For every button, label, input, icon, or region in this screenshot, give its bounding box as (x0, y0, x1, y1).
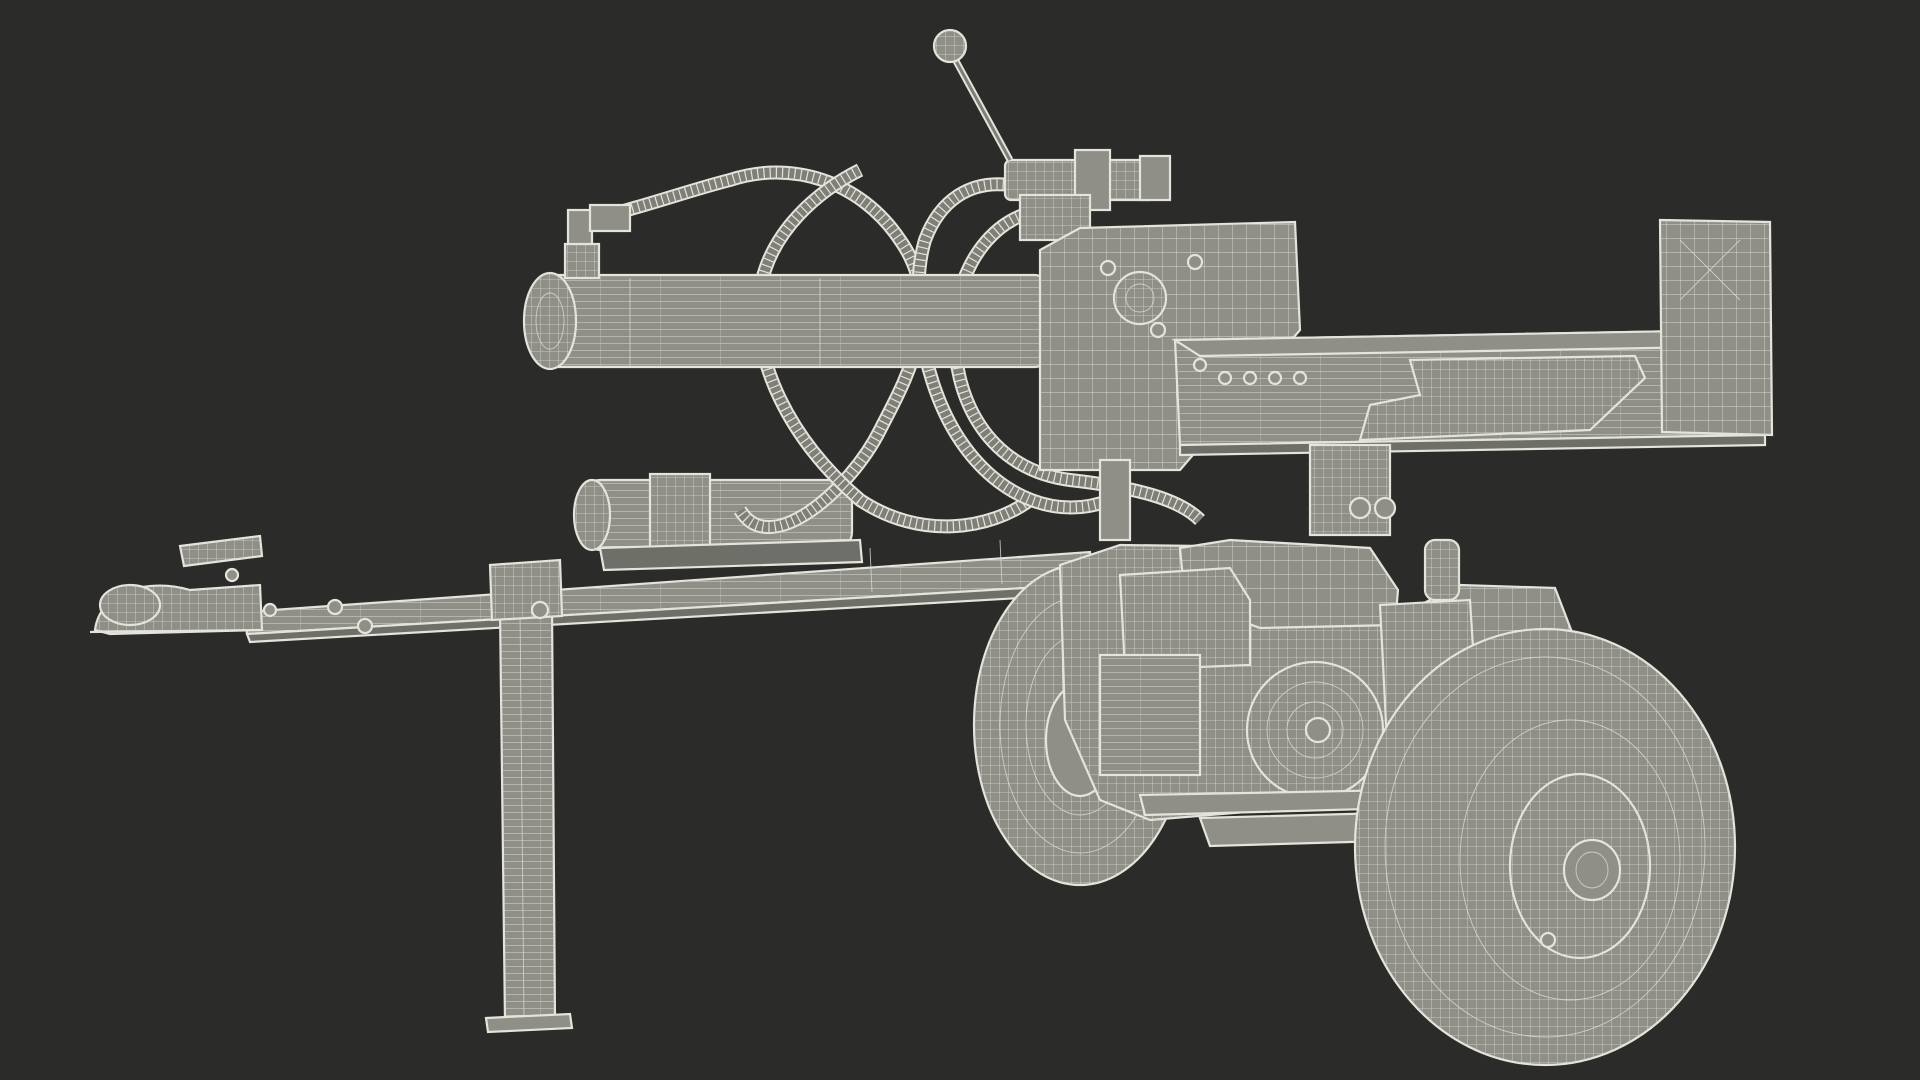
stand-leg (484, 558, 574, 1034)
render-viewport (0, 0, 1920, 1080)
wireframe-render (89, 28, 1774, 1067)
right-wheel (1353, 627, 1737, 1067)
oil-reservoir (572, 472, 864, 572)
control-valve (932, 28, 1172, 242)
